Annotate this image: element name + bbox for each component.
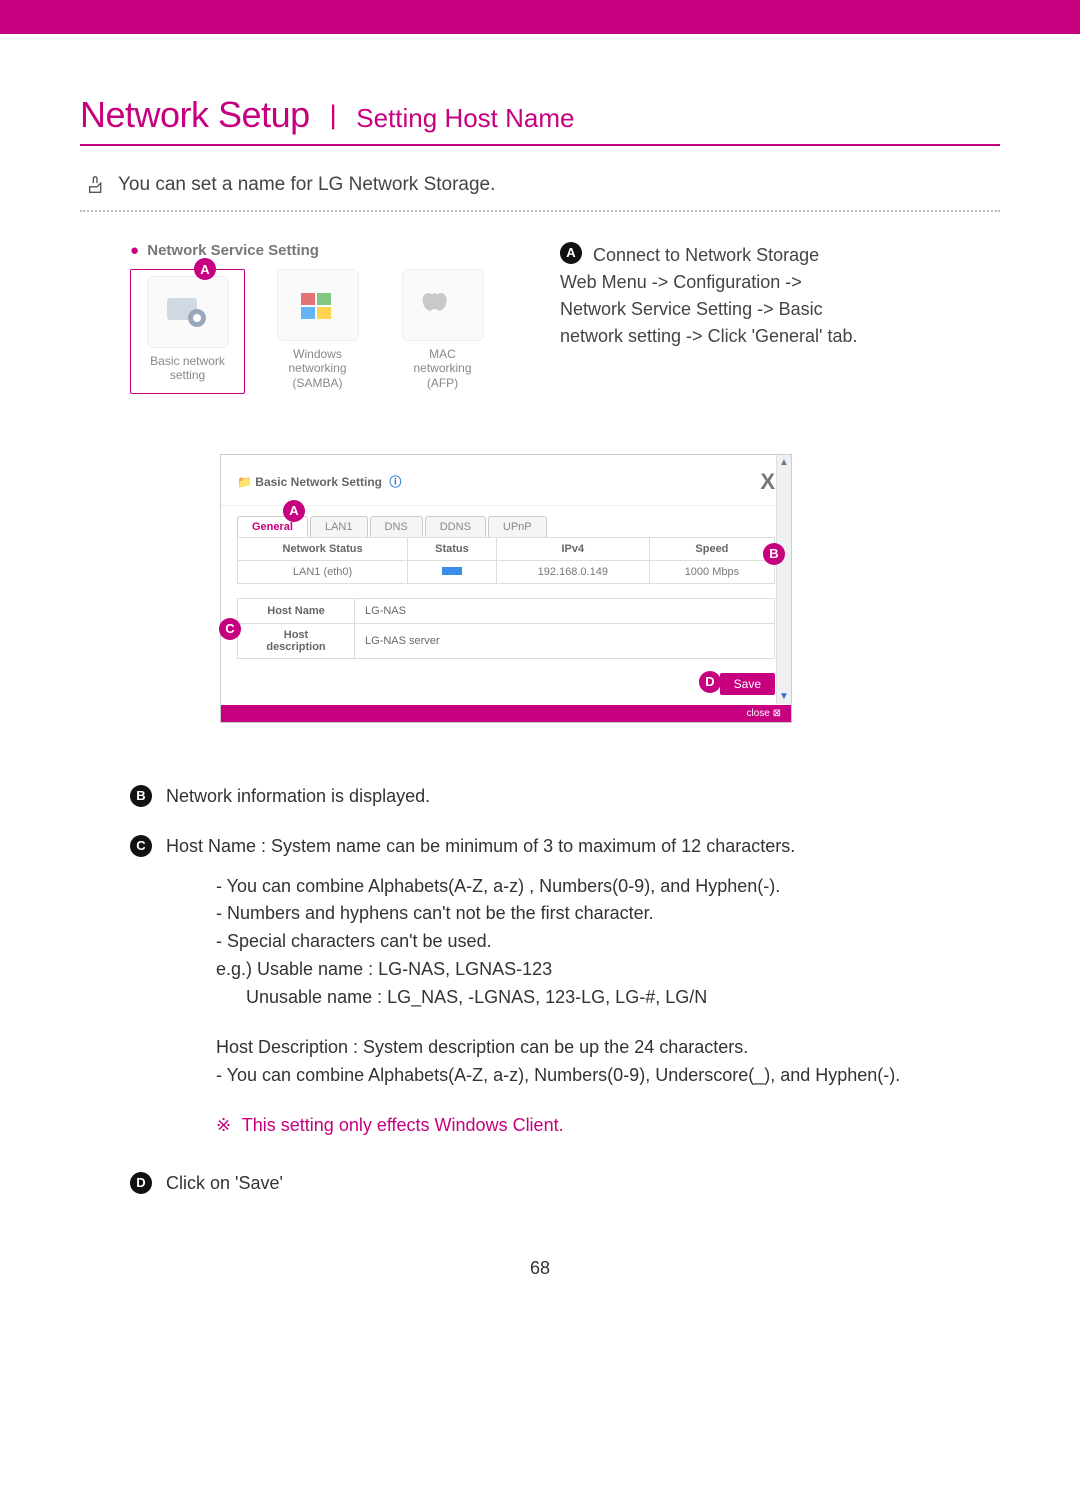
page-number: 68 bbox=[80, 1258, 1000, 1279]
callout-a-tab: A bbox=[283, 500, 305, 522]
windows-icon bbox=[277, 269, 359, 341]
notes-section: B Network information is displayed. C Ho… bbox=[130, 783, 1000, 1198]
intro-text: You can set a name for LG Network Storag… bbox=[118, 174, 495, 196]
note-c-lines: - You can combine Alphabets(A-Z, a-z) , … bbox=[216, 873, 1000, 1012]
note-c-lead: Host Name : System name can be minimum o… bbox=[166, 833, 795, 861]
bullet-icon: ● bbox=[130, 242, 139, 259]
upper-section: ● Network Service Setting A Basic networ… bbox=[130, 242, 1000, 394]
note-icon bbox=[86, 174, 108, 196]
cell-speed: 1000 Mbps bbox=[649, 560, 774, 583]
callout-b-dark: B bbox=[130, 785, 152, 807]
settings-icon bbox=[147, 276, 229, 348]
apple-icon bbox=[402, 269, 484, 341]
col-network-status: Network Status bbox=[238, 537, 408, 560]
host-fields: Host Name Host description bbox=[237, 598, 775, 659]
title-main: Network Setup bbox=[80, 94, 310, 135]
host-desc-lead: Host Description : System description ca… bbox=[216, 1034, 1000, 1062]
card-mac-afp[interactable]: MAC networking (AFP) bbox=[390, 269, 495, 394]
card-label: MAC networking (AFP) bbox=[390, 347, 495, 390]
host-desc-label: Host description bbox=[238, 623, 355, 658]
callout-b-table: B bbox=[763, 543, 785, 565]
explanation-a: A Connect to Network Storage Web Menu ->… bbox=[560, 242, 860, 394]
card-windows-samba[interactable]: Windows networking (SAMBA) bbox=[265, 269, 370, 394]
col-status: Status bbox=[408, 537, 497, 560]
status-indicator-icon bbox=[442, 567, 462, 575]
col-ipv4: IPv4 bbox=[496, 537, 649, 560]
close-bar[interactable]: close ⊠ bbox=[221, 705, 791, 722]
explain-a-text: Connect to Network Storage Web Menu -> C… bbox=[560, 245, 858, 346]
cell-status bbox=[408, 560, 497, 583]
callout-a-dark: A bbox=[560, 242, 582, 264]
network-status-table: Network Status Status IPv4 Speed LAN1 (e… bbox=[237, 537, 775, 584]
page-title: Network Setup ㅣ Setting Host Name bbox=[80, 94, 1000, 146]
dialog-tabs: General A LAN1 DNS DDNS UPnP bbox=[221, 506, 791, 537]
callout-a-icon: A bbox=[194, 258, 216, 280]
note-c-line: Unusable name : LG_NAS, -LGNAS, 123-LG, … bbox=[216, 984, 1000, 1012]
tab-dns[interactable]: DNS bbox=[370, 516, 423, 537]
intro-row: You can set a name for LG Network Storag… bbox=[80, 174, 1000, 196]
callout-d-save: D bbox=[699, 671, 721, 693]
cell-ipv4: 192.168.0.149 bbox=[496, 560, 649, 583]
callout-c-dark: C bbox=[130, 835, 152, 857]
tab-ddns[interactable]: DDNS bbox=[425, 516, 486, 537]
note-c: C Host Name : System name can be minimum… bbox=[130, 833, 1000, 861]
callout-c-field: C bbox=[219, 618, 241, 640]
host-name-input[interactable] bbox=[363, 604, 770, 618]
note-c-line: - You can combine Alphabets(A-Z, a-z) , … bbox=[216, 873, 1000, 901]
close-x-icon: ⊠ bbox=[773, 708, 781, 719]
basic-network-dialog: ▲ ▼ 📁 Basic Network Setting ⓘ X General … bbox=[220, 454, 792, 723]
scroll-up-icon[interactable]: ▲ bbox=[777, 457, 791, 468]
card-label: Basic network setting bbox=[135, 354, 240, 383]
note-c-line: - Numbers and hyphens can't not be the f… bbox=[216, 900, 1000, 928]
save-button[interactable]: Save bbox=[720, 673, 775, 695]
dialog-title: 📁 Basic Network Setting ⓘ bbox=[237, 473, 401, 490]
note-warn-text: This setting only effects Windows Client… bbox=[242, 1115, 564, 1135]
host-desc-block: Host Description : System description ca… bbox=[216, 1034, 1000, 1090]
note-d: D Click on 'Save' bbox=[130, 1170, 1000, 1198]
nss-cards: A Basic network setting Windows networki… bbox=[130, 269, 530, 394]
nss-heading: ● Network Service Setting bbox=[130, 242, 530, 259]
reference-mark-icon: ※ bbox=[216, 1115, 231, 1135]
table-row: LAN1 (eth0) 192.168.0.149 1000 Mbps bbox=[238, 560, 775, 583]
top-accent-bar bbox=[0, 0, 1080, 34]
col-speed: Speed bbox=[649, 537, 774, 560]
page-content: Network Setup ㅣ Setting Host Name You ca… bbox=[0, 34, 1080, 1309]
close-icon[interactable]: X bbox=[760, 469, 775, 495]
note-c-line: e.g.) Usable name : LG-NAS, LGNAS-123 bbox=[216, 956, 1000, 984]
cell-name: LAN1 (eth0) bbox=[238, 560, 408, 583]
note-d-text: Click on 'Save' bbox=[166, 1170, 283, 1198]
host-desc-line: - You can combine Alphabets(A-Z, a-z), N… bbox=[216, 1062, 1000, 1090]
tab-upnp[interactable]: UPnP bbox=[488, 516, 547, 537]
note-b: B Network information is displayed. bbox=[130, 783, 1000, 811]
host-name-label: Host Name bbox=[238, 598, 355, 623]
callout-d-dark: D bbox=[130, 1172, 152, 1194]
dialog-header: 📁 Basic Network Setting ⓘ X bbox=[221, 455, 791, 506]
title-sub: Setting Host Name bbox=[356, 103, 574, 133]
card-basic-network[interactable]: A Basic network setting bbox=[130, 269, 245, 394]
dotted-divider bbox=[80, 210, 1000, 212]
folder-icon: 📁 bbox=[237, 475, 252, 489]
note-c-line: - Special characters can't be used. bbox=[216, 928, 1000, 956]
info-icon[interactable]: ⓘ bbox=[389, 475, 401, 489]
note-warning: ※ This setting only effects Windows Clie… bbox=[216, 1112, 1000, 1140]
network-service-panel: ● Network Service Setting A Basic networ… bbox=[130, 242, 530, 394]
tab-lan1[interactable]: LAN1 bbox=[310, 516, 368, 537]
card-label: Windows networking (SAMBA) bbox=[265, 347, 370, 390]
save-row: D Save bbox=[221, 667, 791, 705]
host-desc-input[interactable] bbox=[363, 634, 770, 648]
title-separator: ㅣ bbox=[320, 102, 346, 133]
note-b-text: Network information is displayed. bbox=[166, 783, 430, 811]
